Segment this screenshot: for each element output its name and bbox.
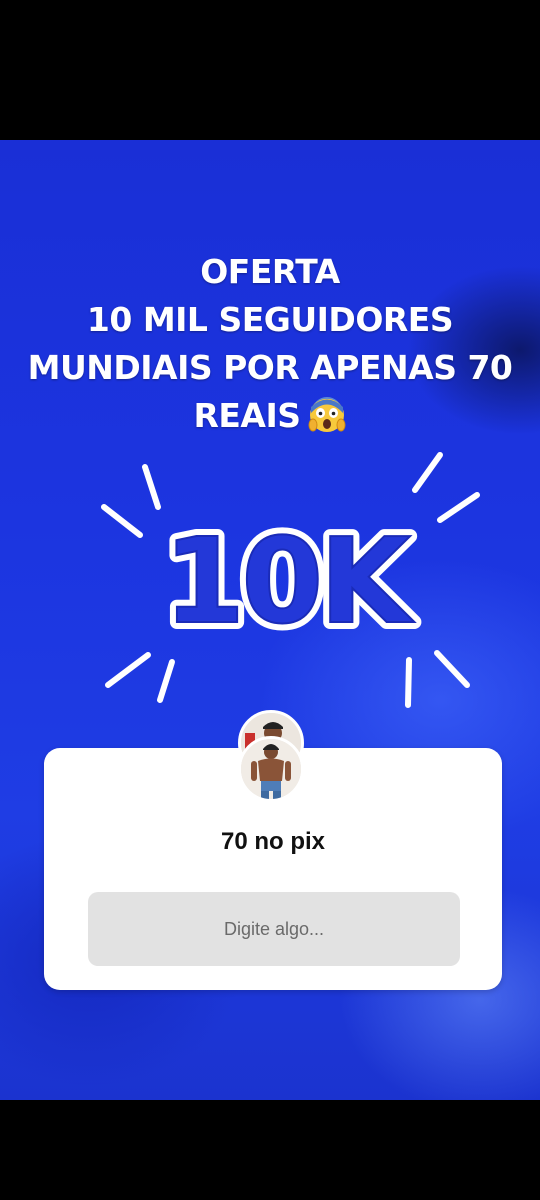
ten-k-graphic: 10K 10K [156,510,426,640]
person-photo-icon [241,739,301,799]
headline-line: MUNDIAIS POR APENAS 70 [27,348,513,387]
headline-line: REAIS [193,396,301,435]
ten-k-inner-outline: 10K [163,512,415,640]
avatar-stack [232,710,312,810]
burst-line [105,652,151,688]
offer-headline: OFERTA 10 MIL SEGUIDORES MUNDIAIS POR AP… [0,248,540,440]
burst-line [434,650,470,688]
burst-line [157,659,175,703]
burst-line [101,504,143,538]
avatar [238,736,304,802]
face-screaming-in-fear-icon [308,397,346,432]
question-text: 70 no pix [220,828,326,855]
story-canvas: OFERTA 10 MIL SEGUIDORES MUNDIAIS POR AP… [0,140,540,1100]
burst-line [142,464,161,510]
answer-input[interactable]: Digite algo... [88,892,460,966]
headline-line: 10 MIL SEGUIDORES [86,300,454,339]
burst-line [412,452,443,493]
burst-line [405,657,412,708]
headline-line-with-emoji: REAIS [0,392,540,440]
headline-line: OFERTA [200,252,340,291]
burst-line [437,492,480,523]
